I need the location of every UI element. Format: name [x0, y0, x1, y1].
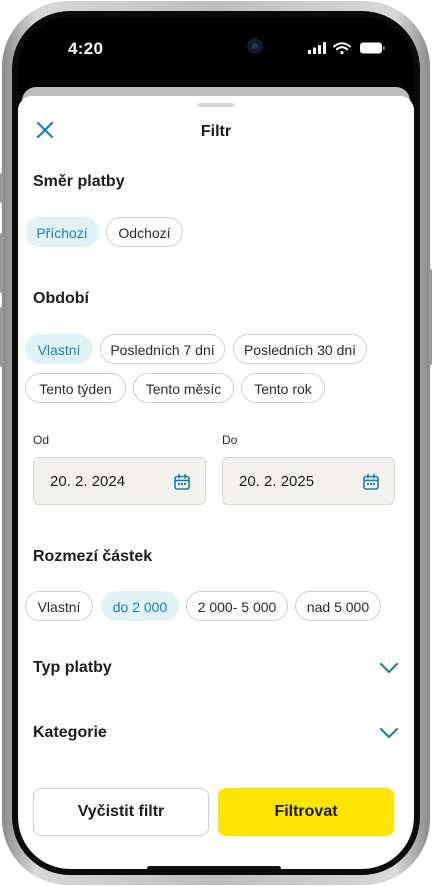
phone-bezel: 4:20 Filtr Směr platby Příchozí Odchozí …	[12, 11, 420, 875]
chip-outgoing[interactable]: Odchozí	[106, 217, 183, 247]
date-to-value: 20. 2. 2025	[239, 473, 315, 490]
chip-last-7-days[interactable]: Posledních 7 dní	[100, 334, 225, 364]
payment-type-dropdown[interactable]: Typ platby	[33, 659, 112, 677]
calendar-icon[interactable]	[362, 473, 380, 491]
signal-icon	[308, 42, 326, 54]
phone-frame: 4:20 Filtr Směr platby Příchozí Odchozí …	[0, 1, 432, 885]
section-title-period: Období	[33, 290, 89, 307]
page-title: Filtr	[200, 123, 232, 140]
chip-this-month[interactable]: Tento měsíc	[133, 373, 234, 403]
section-title-payment-direction: Směr platby	[33, 173, 125, 190]
camera-icon	[247, 38, 263, 54]
chip-over-5000[interactable]: nad 5 000	[295, 591, 381, 621]
mute-switch	[0, 173, 3, 203]
home-indicator[interactable]	[147, 866, 281, 869]
chip-period-custom[interactable]: Vlastní	[25, 334, 93, 364]
date-from-field[interactable]: 20. 2. 2024	[33, 457, 206, 505]
chip-last-30-days[interactable]: Posledních 30 dní	[233, 334, 367, 364]
chip-this-year[interactable]: Tento rok	[241, 373, 325, 403]
dynamic-island	[151, 27, 279, 65]
status-time: 4:20	[68, 39, 104, 58]
chip-amount-custom[interactable]: Vlastní	[25, 591, 93, 621]
volume-up-button	[0, 233, 3, 293]
chip-this-week[interactable]: Tento týden	[25, 373, 126, 403]
clear-filter-button[interactable]: Vyčistit filtr	[33, 788, 209, 836]
status-icons	[308, 41, 386, 60]
category-dropdown[interactable]: Kategorie	[33, 724, 107, 742]
screen: 4:20 Filtr Směr platby Příchozí Odchozí …	[18, 17, 414, 869]
volume-down-button	[0, 307, 3, 367]
chip-incoming[interactable]: Příchozí	[25, 217, 99, 247]
chevron-down-icon[interactable]	[378, 722, 400, 744]
date-from-value: 20. 2. 2024	[50, 473, 126, 490]
date-to-field[interactable]: 20. 2. 2025	[222, 457, 395, 505]
chevron-down-icon[interactable]	[378, 657, 400, 679]
chip-2000-5000[interactable]: 2 000- 5 000	[186, 591, 288, 621]
wifi-icon	[333, 42, 351, 51]
date-from-label: Od	[33, 433, 50, 447]
filter-sheet: Filtr Směr platby Příchozí Odchozí Obdob…	[18, 96, 414, 869]
calendar-icon[interactable]	[173, 473, 191, 491]
date-to-label: Do	[222, 433, 238, 447]
chip-up-to-2000[interactable]: do 2 000	[101, 591, 179, 621]
sheet-grabber[interactable]	[198, 103, 234, 107]
status-bar: 4:20	[18, 17, 414, 77]
section-title-amount-range: Rozmezí částek	[33, 548, 153, 565]
apply-filter-button[interactable]: Filtrovat	[218, 788, 394, 836]
battery-icon	[360, 42, 385, 54]
